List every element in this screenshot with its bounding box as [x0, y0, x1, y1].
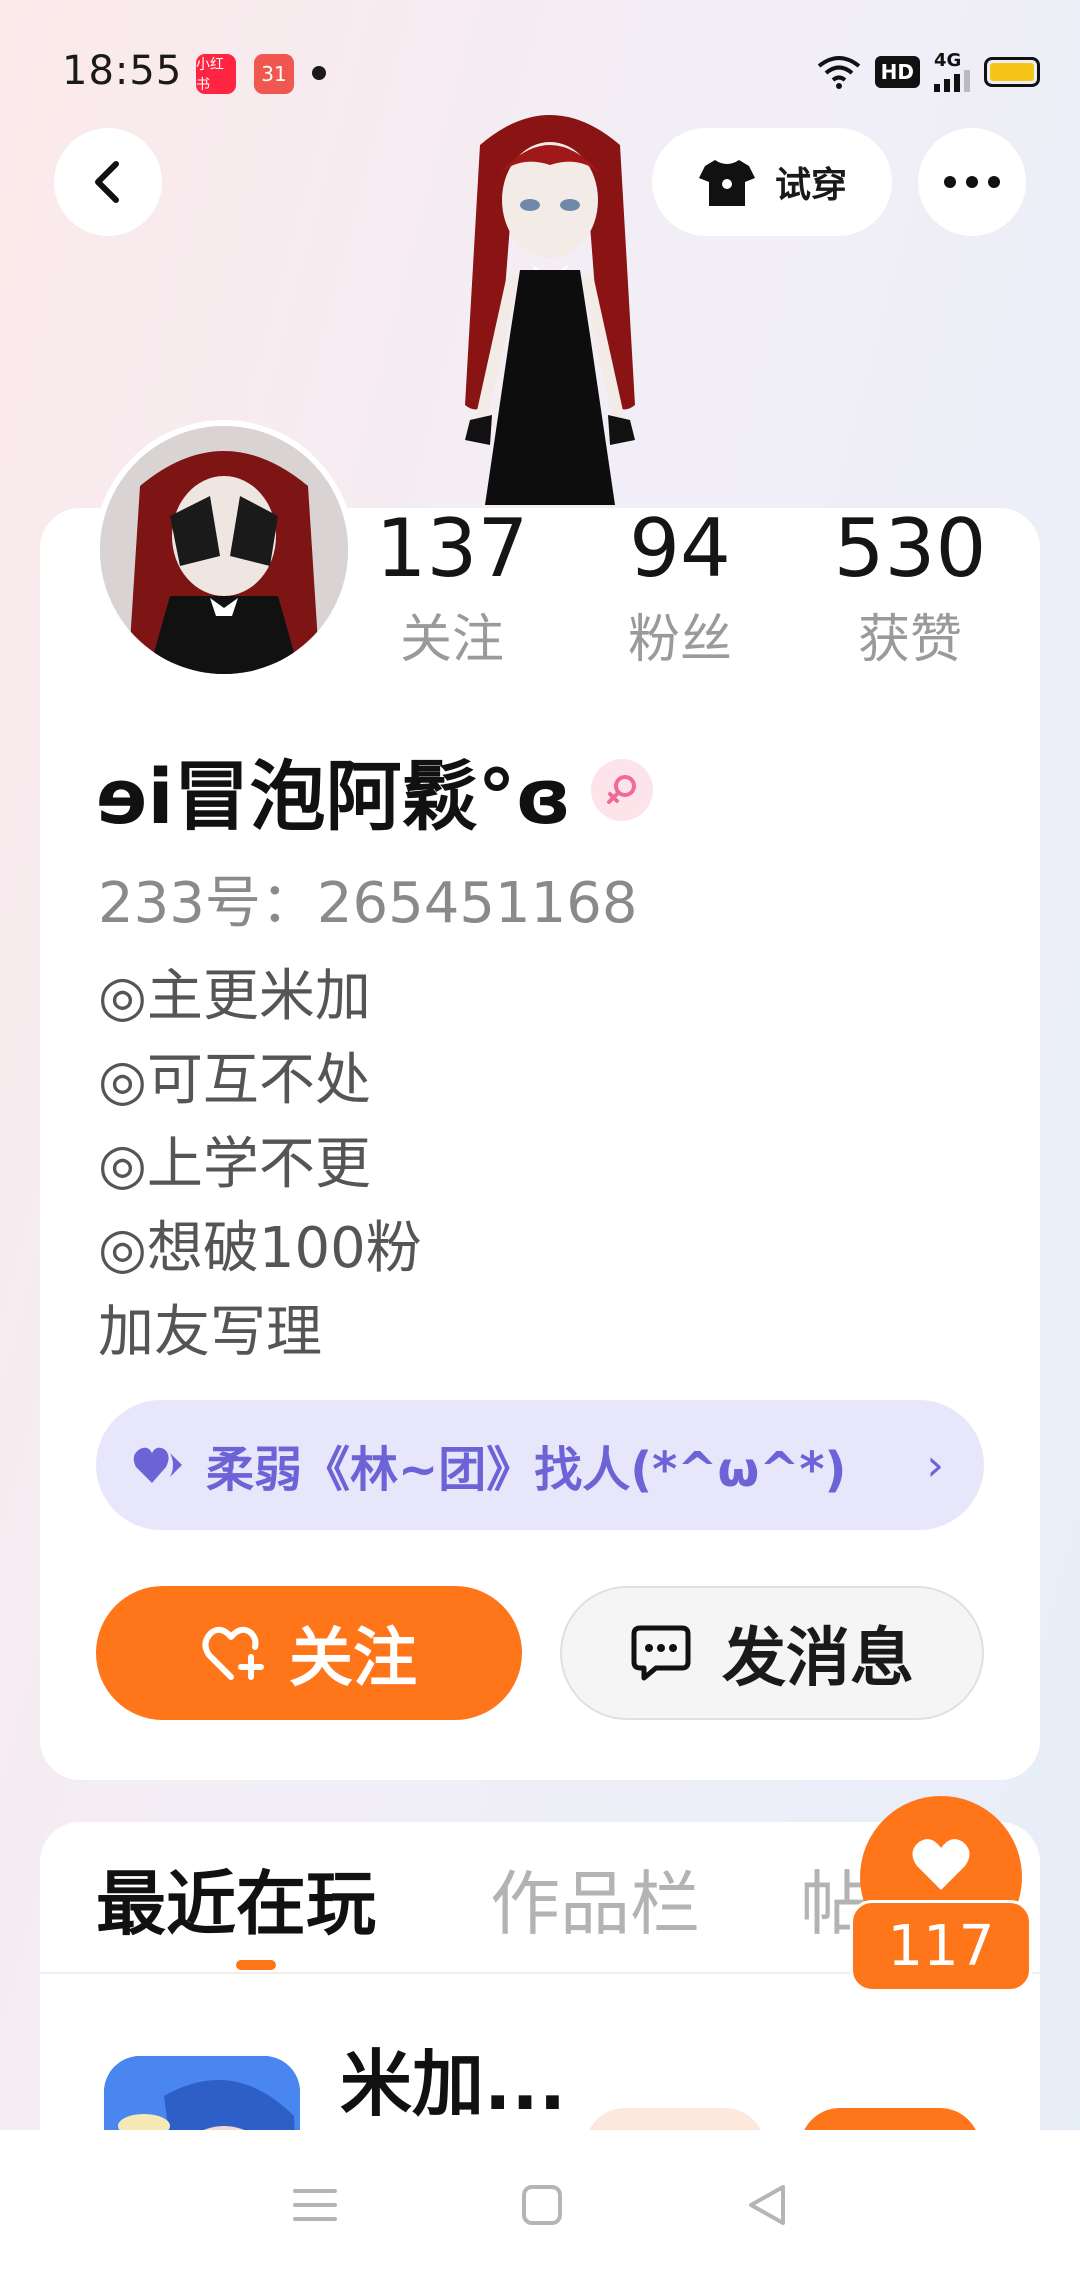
- status-indicators: HD 4G: [817, 50, 1040, 94]
- tab-works[interactable]: 作品栏: [490, 1848, 700, 1949]
- xiaohongshu-notification-icon: 小红书: [196, 54, 236, 94]
- battery-icon: [984, 57, 1040, 87]
- hd-voice-badge: HD: [874, 56, 920, 88]
- try-on-label: 试穿: [774, 165, 847, 206]
- bio-line: ◎上学不更: [98, 1132, 371, 1197]
- female-gender-icon: [591, 759, 654, 821]
- stat-following[interactable]: 137 关注: [352, 505, 552, 672]
- more-notifications-dot: [312, 66, 326, 80]
- more-dots-icon: [944, 176, 1000, 188]
- bio: ◎主更米加 ◎可互不处 ◎上学不更 ◎想破100粉 加友写理: [98, 955, 422, 1375]
- cellular-signal: 4G: [934, 52, 970, 92]
- followers-label: 粉丝: [627, 610, 732, 670]
- following-label: 关注: [399, 610, 504, 670]
- send-message-button[interactable]: 发消息: [560, 1586, 984, 1720]
- bio-line: ◎主更米加: [98, 964, 371, 1029]
- status-time: 18:55: [62, 48, 183, 94]
- nickname-row: ɘi冒泡阿鬏°ɞ: [96, 740, 654, 841]
- follow-label: 关注: [289, 1622, 417, 1696]
- heart-icon: [912, 1839, 970, 1890]
- back-triangle-icon[interactable]: [745, 2181, 789, 2229]
- calendar-notification-icon: 31: [254, 54, 294, 94]
- home-icon[interactable]: [520, 2183, 564, 2227]
- menu-icon[interactable]: [291, 2185, 339, 2225]
- stat-followers[interactable]: 94 粉丝: [580, 505, 780, 672]
- avatar-image: [100, 426, 348, 674]
- likes-count: 530: [833, 502, 987, 595]
- chat-bubble-icon: [631, 1625, 691, 1681]
- tshirt-icon: [698, 160, 755, 206]
- followers-count: 94: [629, 502, 731, 595]
- back-button[interactable]: [54, 128, 162, 236]
- network-type-label: 4G: [934, 50, 962, 71]
- recent-game-title[interactable]: 米加...: [340, 2025, 566, 2130]
- system-navigation-bar: [0, 2130, 1080, 2280]
- wifi-icon: [817, 56, 860, 89]
- likes-label: 获赞: [857, 610, 962, 670]
- floating-like-count: 117: [850, 1900, 1032, 1992]
- group-banner-text: 柔弱《林~团》找人(*^ω^*): [206, 1442, 847, 1498]
- bio-line: ◎想破100粉: [98, 1216, 422, 1281]
- more-options-button[interactable]: [918, 128, 1026, 236]
- group-banner[interactable]: 柔弱《林~团》找人(*^ω^*) ›: [96, 1400, 984, 1530]
- profile-avatar[interactable]: [94, 420, 354, 680]
- active-tab-indicator: [236, 1960, 276, 1970]
- chevron-right-icon: ›: [926, 1439, 944, 1491]
- account-id: 233号：265451168: [98, 871, 638, 936]
- bio-line: ◎可互不处: [98, 1048, 371, 1113]
- following-count: 137: [375, 502, 529, 595]
- nickname: ɘi冒泡阿鬏°ɞ: [96, 752, 572, 841]
- avatar-character-figure: [465, 115, 635, 505]
- signal-bars-icon: [934, 70, 970, 92]
- chevron-left-icon: [95, 161, 119, 203]
- heart-group-icon: [133, 1447, 182, 1483]
- tab-recently-playing[interactable]: 最近在玩: [96, 1848, 376, 1949]
- send-message-label: 发消息: [722, 1622, 914, 1696]
- bio-line: 加友写理: [98, 1300, 322, 1365]
- heart-plus-icon: [202, 1626, 264, 1680]
- stat-likes[interactable]: 530 获赞: [810, 505, 1010, 672]
- follow-button[interactable]: 关注: [96, 1586, 522, 1720]
